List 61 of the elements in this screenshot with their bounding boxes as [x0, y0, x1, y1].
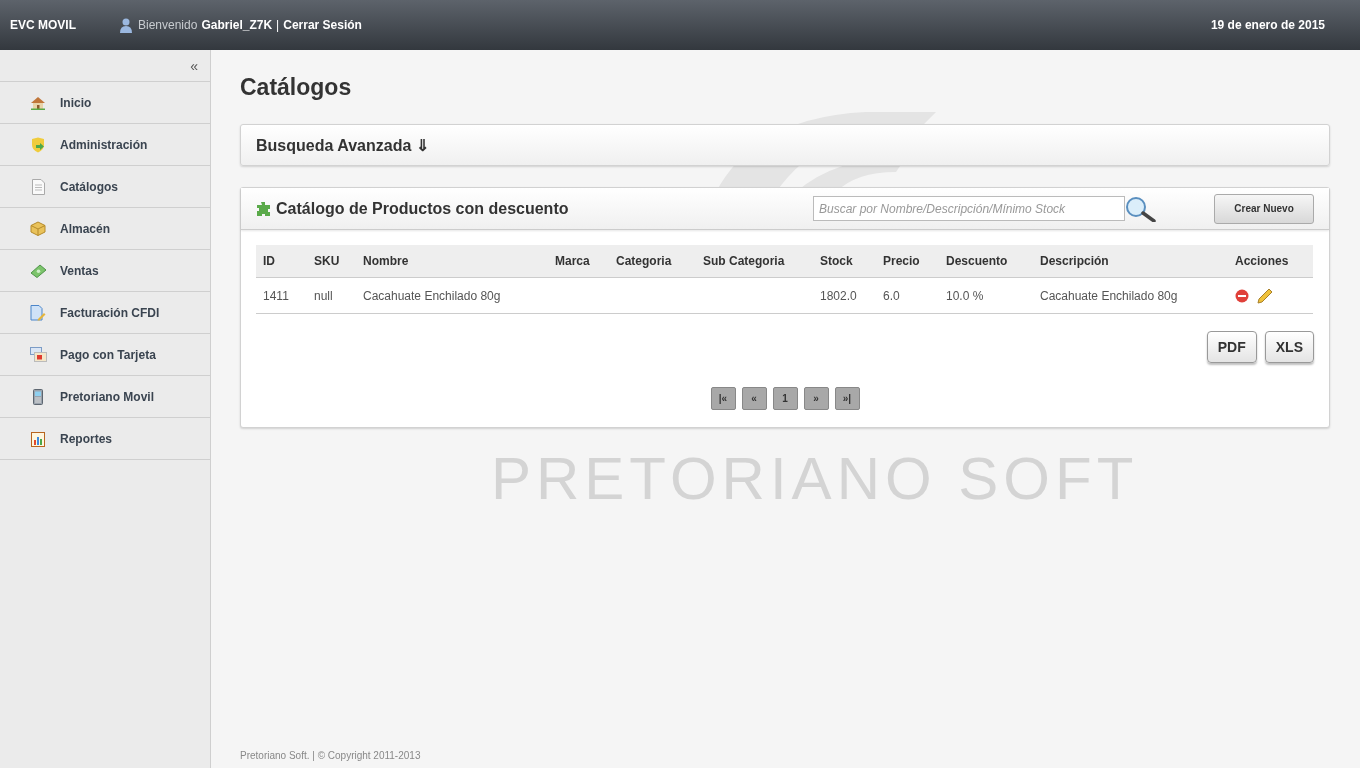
- column-header: Stock: [813, 245, 876, 278]
- sidebar-item[interactable]: Pretoriano Movil: [0, 376, 210, 418]
- delete-icon[interactable]: [1235, 288, 1249, 303]
- card-icon: [29, 347, 47, 362]
- table-cell: Cacahuate Enchilado 80g: [356, 277, 548, 314]
- table-cell: null: [307, 277, 356, 314]
- user-icon: [120, 17, 132, 33]
- house-icon: [30, 95, 46, 110]
- document-icon: [31, 178, 45, 195]
- catalog-title: Catálogo de Productos con descuento: [276, 199, 569, 218]
- sidebar-item[interactable]: Pago con Tarjeta: [0, 334, 210, 376]
- table-cell: 6.0: [876, 277, 939, 314]
- sidebar-item[interactable]: Reportes: [0, 418, 210, 460]
- search-field[interactable]: Buscar por Nombre/Descripción/Mínimo Stock: [813, 196, 1125, 221]
- column-header: Categoria: [609, 245, 696, 278]
- banknote-icon: [29, 263, 47, 278]
- pager-button[interactable]: |«: [710, 387, 736, 410]
- sidebar-item[interactable]: Almacén: [0, 208, 210, 250]
- column-header: Nombre: [356, 245, 548, 278]
- sidebar-item[interactable]: Administración: [0, 124, 210, 166]
- column-header: Descripción: [1033, 245, 1228, 278]
- export-button[interactable]: PDF: [1206, 331, 1257, 363]
- shield-icon: [30, 136, 46, 153]
- column-header: ID: [256, 245, 307, 278]
- sidebar-item[interactable]: Inicio: [0, 82, 210, 124]
- column-header: Acciones: [1228, 245, 1313, 278]
- table-cell: 1411: [256, 277, 307, 314]
- table-cell: Cacahuate Enchilado 80g: [1033, 277, 1228, 314]
- collapse-button[interactable]: «: [188, 57, 200, 74]
- column-header: Precio: [876, 245, 939, 278]
- welcome-text: Bienvenido: [138, 18, 198, 32]
- pager-button[interactable]: »|: [834, 387, 860, 410]
- sidebar-item[interactable]: Catálogos: [0, 166, 210, 208]
- pager-button[interactable]: 1: [772, 387, 798, 410]
- page-title: Catálogos: [240, 74, 353, 101]
- user-name: Gabriel_Z7K: [201, 18, 273, 32]
- sidebar-item[interactable]: Ventas: [0, 250, 210, 292]
- date-text: 19 de enero de 2015: [1210, 18, 1325, 32]
- logout-link[interactable]: Cerrar Sesión: [283, 18, 362, 32]
- footer-text: Pretoriano Soft. | © Copyright 2011-2013: [240, 750, 422, 761]
- create-new-button[interactable]: Crear Nuevo: [1214, 193, 1314, 224]
- bar-chart-icon: [31, 430, 45, 447]
- puzzle-icon: [256, 201, 270, 216]
- search-icon[interactable]: [1125, 195, 1157, 222]
- pager-button[interactable]: «: [741, 387, 767, 410]
- column-header: Sub Categoria: [696, 245, 813, 278]
- column-header: Descuento: [939, 245, 1033, 278]
- phone-icon: [33, 388, 43, 405]
- advanced-search-toggle[interactable]: Busqueda Avanzada ⇓: [240, 124, 1330, 166]
- document-pen-icon: [30, 304, 46, 321]
- pager-button[interactable]: »: [803, 387, 829, 410]
- pencil-icon[interactable]: [1257, 287, 1274, 304]
- sidebar-item[interactable]: Facturación CFDI: [0, 292, 210, 334]
- column-header: SKU: [307, 245, 356, 278]
- table-cell: 1802.0: [813, 277, 876, 314]
- separator-text: |: [276, 18, 280, 32]
- column-header: Marca: [548, 245, 609, 278]
- app-name: EVC MOVIL: [10, 18, 77, 32]
- box-icon: [30, 221, 46, 236]
- table-cell: 10.0 %: [939, 277, 1033, 314]
- export-button[interactable]: XLS: [1264, 331, 1314, 363]
